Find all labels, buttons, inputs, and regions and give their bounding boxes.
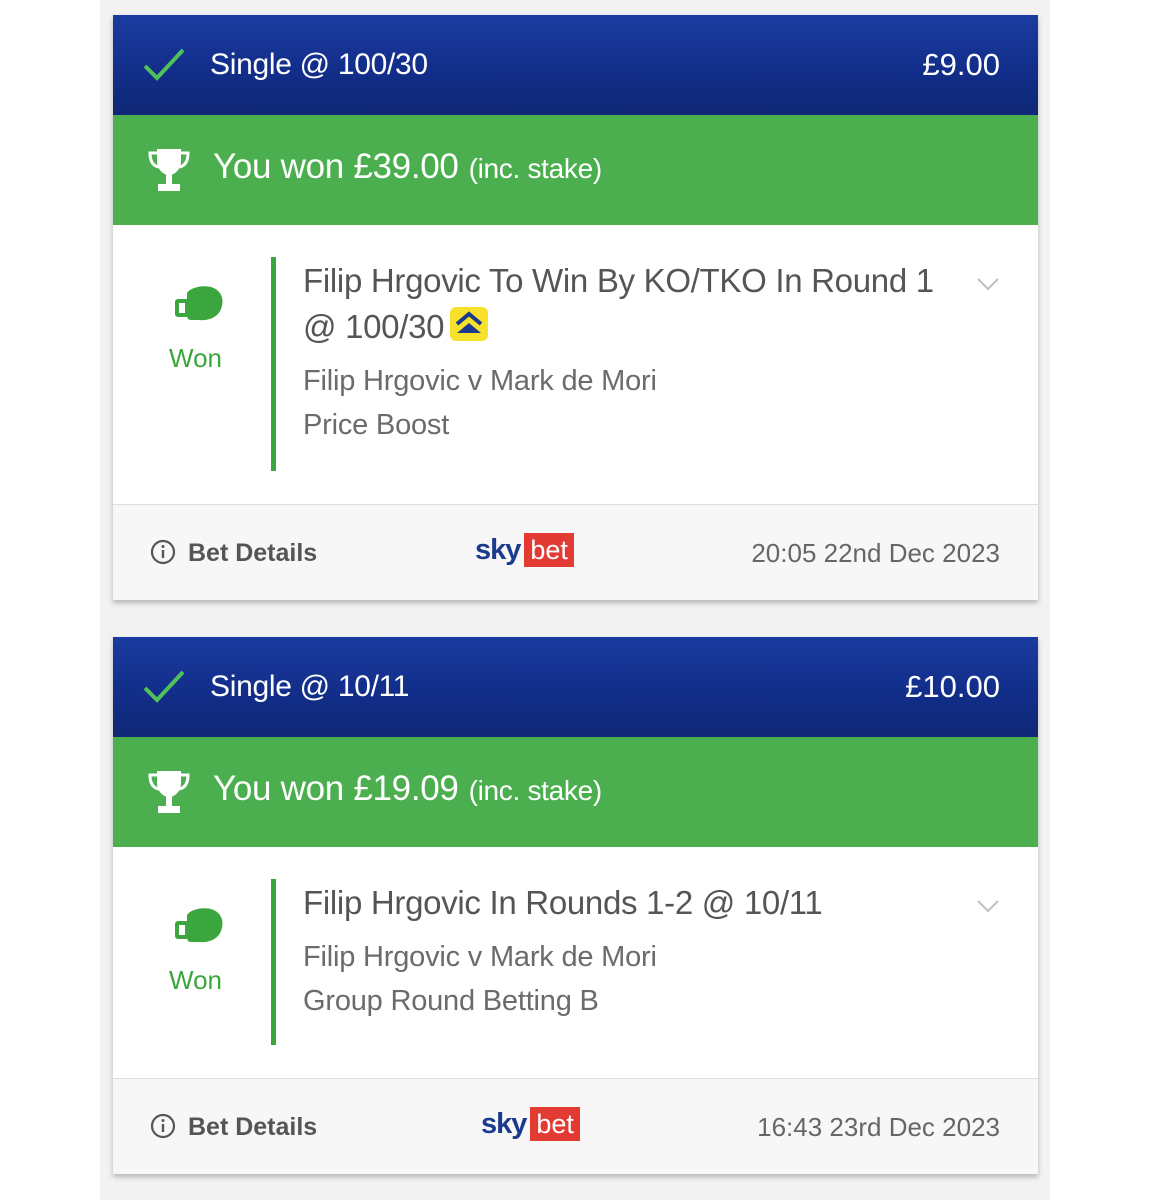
market-name: Group Round Betting B <box>303 985 599 1017</box>
check-icon <box>143 670 185 703</box>
info-icon[interactable] <box>150 1113 176 1139</box>
boxing-glove-icon <box>175 908 223 943</box>
won-banner: You won £19.09 (inc. stake) <box>113 737 1038 847</box>
bet-selection[interactable]: Won Filip Hrgovic To Win By KO/TKO In Ro… <box>113 225 1038 505</box>
bet-selection[interactable]: Won Filip Hrgovic In Rounds 1-2 @ 10/11 … <box>113 847 1038 1080</box>
bet-card: Single @ 100/30 £9.00 You won £39.00 (inc… <box>113 15 1038 600</box>
bet-stake: £9.00 <box>922 47 1000 82</box>
skybet-logo: sky bet <box>481 1107 580 1141</box>
bet-title: Single @ 10/11 <box>210 670 410 703</box>
check-icon <box>143 48 185 81</box>
selection-name: Filip Hrgovic In Rounds 1-2 @ 10/11 <box>303 884 823 921</box>
event-name: Filip Hrgovic v Mark de Mori <box>303 365 657 397</box>
result-label: Won <box>169 965 222 995</box>
boxing-glove-icon <box>175 286 223 321</box>
chevron-down-icon[interactable] <box>976 277 1000 291</box>
selection-line-1: Filip Hrgovic To Win By KO/TKO In Round … <box>303 262 934 299</box>
bet-stake: £10.00 <box>905 669 1000 704</box>
bet-timestamp: 16:43 23rd Dec 2023 <box>757 1112 1000 1142</box>
skybet-logo: sky bet <box>475 533 574 567</box>
bet-details-link[interactable]: Bet Details <box>188 1113 317 1142</box>
info-icon[interactable] <box>150 539 176 565</box>
market-name: Price Boost <box>303 409 450 441</box>
won-suffix: (inc. stake) <box>468 775 603 806</box>
bet-card: Single @ 10/11 £10.00 You won £19.09 (inc… <box>113 637 1038 1174</box>
won-amount: You won £19.09 (inc. stake) <box>213 769 602 809</box>
won-banner: You won £39.00 (inc. stake) <box>113 115 1038 225</box>
result-bar <box>271 257 276 471</box>
won-suffix: (inc. stake) <box>468 153 603 184</box>
trophy-icon <box>148 771 190 813</box>
trophy-icon <box>148 149 190 191</box>
won-amount-text: You won £19.09 <box>213 769 459 808</box>
logo-sky: sky <box>481 1107 527 1140</box>
bet-timestamp: 20:05 22nd Dec 2023 <box>751 538 1000 568</box>
logo-bet: bet <box>524 533 574 567</box>
bet-header: Single @ 100/30 £9.00 <box>113 15 1038 115</box>
bet-title: Single @ 100/30 <box>210 48 428 81</box>
bet-footer: Bet Details sky bet 20:05 22nd Dec 2023 <box>113 504 1038 600</box>
result-bar <box>271 879 276 1045</box>
won-amount: You won £39.00 (inc. stake) <box>213 147 602 187</box>
logo-bet: bet <box>530 1107 580 1141</box>
bet-details-link[interactable]: Bet Details <box>188 539 317 568</box>
event-name: Filip Hrgovic v Mark de Mori <box>303 941 657 973</box>
chevron-down-icon[interactable] <box>976 899 1000 913</box>
result-label: Won <box>169 343 222 373</box>
bet-header: Single @ 10/11 £10.00 <box>113 637 1038 737</box>
selection-line-2: @ 100/30 <box>303 304 968 350</box>
price-boost-icon <box>450 307 489 341</box>
won-amount-text: You won £39.00 <box>213 147 459 186</box>
selection-name: Filip Hrgovic To Win By KO/TKO In Round … <box>303 258 968 350</box>
logo-sky: sky <box>475 533 521 566</box>
bet-footer: Bet Details sky bet 16:43 23rd Dec 2023 <box>113 1078 1038 1174</box>
selection-odds: @ 100/30 <box>303 308 445 345</box>
